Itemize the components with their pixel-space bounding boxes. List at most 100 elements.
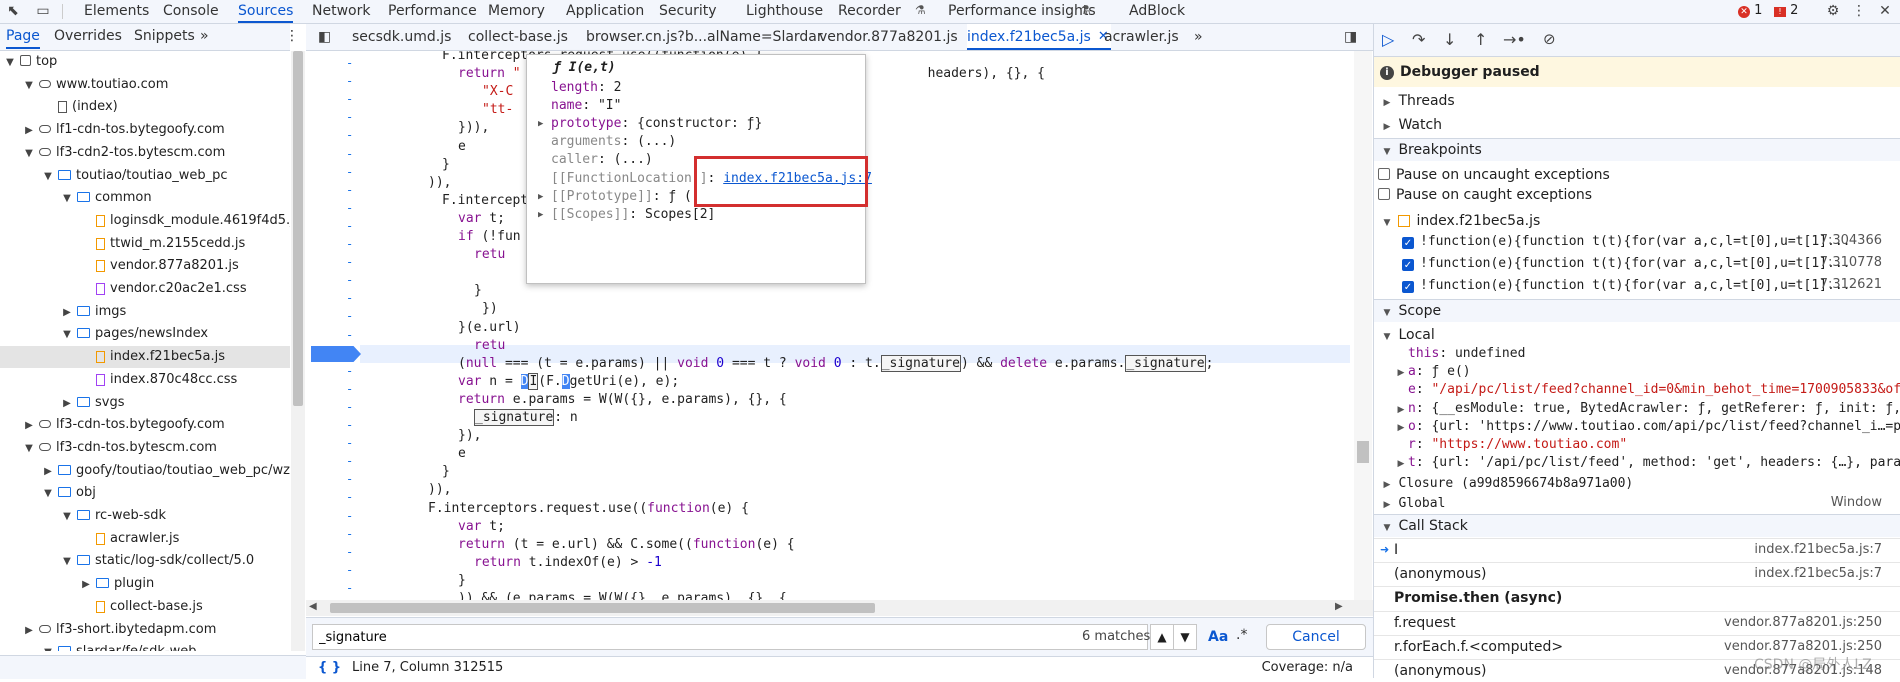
code-line[interactable]: }) — [482, 300, 498, 318]
deactivate-breakpoints-icon[interactable]: ⊘ — [1543, 30, 1556, 48]
collapse-triangle-icon[interactable]: ▶ — [23, 620, 35, 642]
popover-property[interactable]: ▶ prototype: {constructor: ƒ} — [538, 115, 762, 133]
tree-item[interactable]: ttwid_m.2155cedd.js — [0, 233, 290, 255]
tree-item[interactable]: ▼ common — [0, 187, 290, 209]
collapse-triangle-icon[interactable]: ▶ — [23, 415, 35, 437]
call-frame[interactable]: f.request vendor.877a8201.js:250 — [1374, 610, 1900, 634]
close-devtools-icon[interactable]: ✕ — [1876, 2, 1894, 20]
line-marker[interactable]: - — [346, 454, 358, 468]
tree-item[interactable]: ▼ top — [0, 51, 290, 73]
editor-tab[interactable]: acrawler.js — [1104, 24, 1179, 50]
code-line[interactable]: e — [458, 445, 466, 463]
line-marker[interactable]: - — [346, 545, 358, 559]
line-marker[interactable]: - — [346, 364, 358, 378]
expand-triangle-icon[interactable]: ▼ — [1380, 517, 1394, 537]
expand-triangle-icon[interactable]: ▶ — [538, 188, 543, 206]
popover-property[interactable]: ▶ [[Prototype]]: ƒ () — [538, 188, 700, 206]
code-line[interactable]: } — [458, 572, 466, 590]
warning-count-badge[interactable]: ! 2 — [1774, 3, 1798, 18]
regex-button[interactable]: .* — [1236, 627, 1247, 643]
tab-network[interactable]: Network — [312, 0, 370, 23]
line-marker[interactable]: - — [346, 165, 358, 179]
line-marker[interactable]: - — [346, 309, 358, 323]
tab-security[interactable]: Security — [659, 0, 717, 23]
step-over-icon[interactable]: ↷ — [1412, 30, 1425, 49]
navigator-menu-icon[interactable]: ⋮ — [285, 24, 299, 49]
expand-triangle-icon[interactable]: ▼ — [61, 188, 73, 210]
code-line[interactable]: e — [458, 138, 466, 156]
code-line[interactable]: var t; — [458, 210, 505, 228]
editor-tab[interactable]: browser.cn.js?b...alName=Slardar — [586, 24, 823, 50]
code-line[interactable]: }(e.url) — [458, 319, 521, 337]
search-input[interactable] — [312, 624, 1148, 650]
expand-triangle-icon[interactable]: ▼ — [61, 506, 73, 528]
code-line[interactable]: if (!fun — [458, 228, 521, 246]
device-toolbar-icon[interactable]: ▭ — [34, 2, 52, 20]
line-marker[interactable]: - — [346, 291, 358, 305]
line-marker[interactable]: - — [346, 201, 358, 215]
line-marker[interactable]: - — [346, 418, 358, 432]
collapse-triangle-icon[interactable]: ▶ — [1380, 474, 1394, 494]
section-threads[interactable]: ▶ Threads — [1374, 90, 1900, 112]
code-line[interactable]: })), — [458, 119, 489, 137]
code-line[interactable]: var t; — [458, 518, 505, 536]
code-line[interactable]: )), — [428, 481, 451, 499]
line-marker[interactable]: - — [346, 563, 358, 577]
collapse-triangle-icon[interactable]: ▶ — [80, 574, 92, 596]
editor-vertical-scrollbar[interactable] — [1354, 51, 1372, 600]
code-line[interactable]: return (t = e.url) && C.some((function(e… — [458, 536, 795, 554]
tree-item[interactable]: loginsdk_module.4619f4d5.js — [0, 210, 290, 232]
expand-triangle-icon[interactable]: ▼ — [61, 551, 73, 573]
step-icon[interactable]: →• — [1503, 30, 1526, 49]
editor-vscroll-thumb[interactable] — [1357, 441, 1369, 463]
tree-item[interactable]: ▼ lf3-cdn2-tos.bytescm.com — [0, 142, 290, 164]
popover-property[interactable]: caller: (...) — [551, 151, 653, 169]
tree-item[interactable]: ▶ lf1-cdn-tos.bytegoofy.com — [0, 119, 290, 141]
expand-triangle-icon[interactable]: ▼ — [1380, 141, 1394, 161]
tree-item[interactable]: (index) — [0, 96, 290, 118]
tab-sources[interactable]: Sources — [238, 0, 294, 23]
tree-item[interactable]: ▼ rc-web-sdk — [0, 505, 290, 527]
line-marker[interactable]: - — [346, 255, 358, 269]
tree-item[interactable]: ▶ svgs — [0, 392, 290, 414]
code-line[interactable]: (null === (t = e.params) || void 0 === t… — [458, 354, 1213, 373]
line-marker[interactable]: - — [346, 382, 358, 396]
collapse-triangle-icon[interactable]: ▶ — [1380, 494, 1394, 514]
code-line[interactable]: "tt- — [482, 101, 513, 119]
breakpoint-file-group[interactable]: ▼ index.f21bec5a.js — [1374, 210, 1900, 232]
code-line[interactable]: }), — [458, 427, 481, 445]
line-marker[interactable]: - — [346, 92, 358, 106]
tab-application[interactable]: Application — [566, 0, 644, 23]
more-options-icon[interactable]: ⋮ — [1850, 2, 1868, 20]
tree-item[interactable]: ▼ pages/newsIndex — [0, 323, 290, 345]
tree-item[interactable]: index.870c48cc.css — [0, 369, 290, 391]
pause-uncaught-option[interactable]: Pause on uncaught exceptions — [1374, 164, 1900, 186]
code-line[interactable]: retu — [474, 246, 505, 264]
tree-item[interactable]: ▼ slardar/fe/sdk-web — [0, 641, 290, 651]
code-line[interactable]: return t.indexOf(e) > -1 — [474, 554, 662, 572]
expand-triangle-icon[interactable]: ▶ — [538, 115, 543, 133]
tree-item[interactable]: acrawler.js — [0, 528, 290, 550]
code-line[interactable]: F.interceptors.request.use((function(e) … — [428, 500, 749, 518]
tree-item[interactable]: ▼ lf3-cdn-tos.bytescm.com — [0, 437, 290, 459]
checkbox-checked[interactable]: ✓ — [1402, 281, 1414, 293]
line-marker[interactable]: - — [346, 273, 358, 287]
collapse-triangle-icon[interactable]: ▶ — [61, 393, 73, 415]
line-gutter[interactable]: ------------------------------- — [306, 51, 360, 613]
tree-item[interactable]: vendor.877a8201.js — [0, 255, 290, 277]
scope-variable[interactable]: ▶ t: {url: '/api/pc/list/feed', method: '… — [1374, 451, 1900, 473]
popover-property[interactable]: ▶ [[Scopes]]: Scopes[2] — [538, 206, 715, 224]
popover-property[interactable]: arguments: (...) — [551, 133, 676, 151]
call-frame[interactable]: ➜ Iindex.f21bec5a.js:7 — [1374, 538, 1900, 561]
toggle-debugger-icon[interactable]: ◨ — [1344, 29, 1357, 45]
breakpoint-item[interactable]: ✓ !function(e){function t(t){for(var a,c,… — [1374, 230, 1900, 252]
tree-item[interactable]: ▼ toutiao/toutiao_web_pc — [0, 165, 290, 187]
tree-item[interactable]: collect-base.js — [0, 596, 290, 618]
tab-lighthouse[interactable]: Lighthouse — [746, 0, 823, 23]
tree-item[interactable]: index.f21bec5a.js — [0, 346, 290, 369]
tab-console[interactable]: Console — [163, 0, 219, 23]
tab-performance-insights[interactable]: Performance insights — [948, 0, 1096, 23]
section-scope[interactable]: ▼ Scope — [1374, 299, 1900, 322]
line-marker[interactable]: - — [346, 56, 358, 70]
checkbox-checked[interactable]: ✓ — [1402, 259, 1414, 271]
